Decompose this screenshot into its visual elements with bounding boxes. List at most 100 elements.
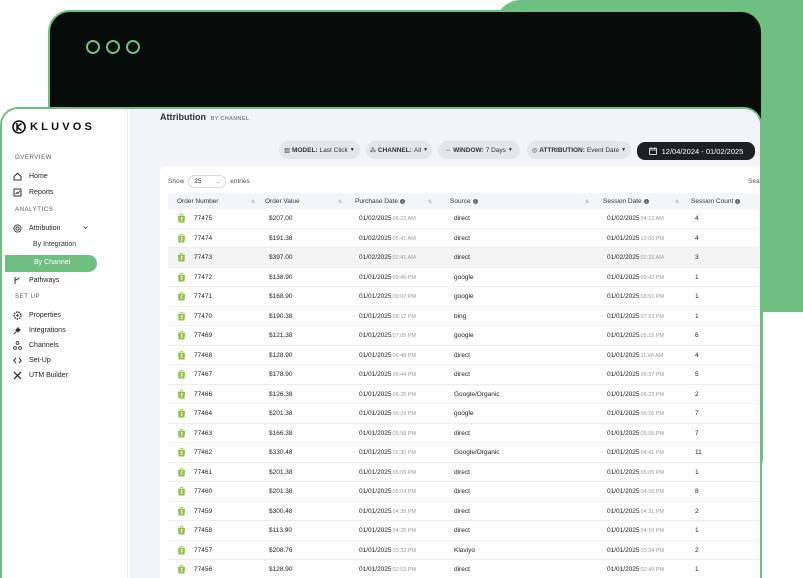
cell-order-number: 77466 xyxy=(194,391,212,398)
cell-source: direct xyxy=(454,430,470,437)
cell-purchase-date-text: 01/01/2025 xyxy=(359,273,392,281)
channels-icon xyxy=(13,340,22,350)
sort-icon[interactable]: ⇅ xyxy=(251,199,255,205)
cell-purchase-date-time: 04:39 PM xyxy=(392,508,417,515)
table-row[interactable]: 77474 $191.38 01/02/202505:41 AM direct 01/0… xyxy=(168,229,760,248)
cell-purchase-date-time: 09:07 PM xyxy=(392,294,417,300)
sidebar-item-label: Reports xyxy=(29,188,54,196)
info-icon[interactable]: i xyxy=(400,198,405,204)
cell-purchase-date: 01/02/202502:41 AM xyxy=(359,254,416,261)
date-range-button[interactable]: 12/04/2024 - 01/02/2025 xyxy=(637,142,755,160)
cell-order-value: $121.38 xyxy=(269,332,293,339)
caret-down-icon: ▼ xyxy=(349,147,355,153)
cell-session-date-text: 01/01/2025 xyxy=(607,429,640,437)
table-row[interactable]: 77469 $121.38 01/01/202507:05 PM google 01/0… xyxy=(168,326,760,346)
sidebar-item-integrations[interactable]: Integrations xyxy=(13,322,66,338)
sidebar-item-channels[interactable]: Channels xyxy=(13,337,59,353)
cell-purchase-date: 01/01/202503:32 PM xyxy=(359,547,416,554)
sidebar-item-by-integration[interactable]: By Integration xyxy=(33,241,76,248)
window-filter-button[interactable]: ↔ WINDOW: 7 Days ▼ xyxy=(438,141,520,159)
cell-order-number: 77457 xyxy=(194,547,212,554)
cell-session-date-time: 11:48 AM xyxy=(640,352,664,359)
col-session-count[interactable]: Session Count i xyxy=(691,198,741,205)
cell-order-value-text: $178.90 xyxy=(269,371,293,378)
sidebar-item-properties[interactable]: Properties xyxy=(13,307,61,323)
cell-source: google xyxy=(454,332,474,339)
cell-session-count: 2 xyxy=(695,508,699,515)
col-session-date[interactable]: Session Date i xyxy=(603,198,649,205)
attribution-filter-button[interactable]: ◎ ATTRIBUTION: Event Date ▼ xyxy=(527,141,631,159)
sidebar-item-label: Set-Up xyxy=(29,356,51,364)
cell-purchase-date: 01/01/202506:44 PM xyxy=(359,371,416,378)
table-row[interactable]: 77463 $166.38 01/01/202505:58 PM direct 01/0… xyxy=(168,424,760,443)
model-filter-button[interactable]: ▥ MODEL: Last Click ▼ xyxy=(279,141,360,159)
info-icon[interactable]: i xyxy=(643,198,649,204)
table-row[interactable]: 77458 $113.90 01/01/202504:35 PM direct 01/0… xyxy=(168,521,760,541)
cell-session-date-time: 07:53 PM xyxy=(640,313,665,320)
entries-select[interactable]: 25 ⌄ xyxy=(188,175,227,188)
cell-session-count-text: 1 xyxy=(695,273,699,281)
sidebar-item-attribution[interactable]: Attribution xyxy=(13,220,61,236)
table-row[interactable]: 77462 $330.48 01/01/202505:30 PM Google/Org… xyxy=(168,443,760,463)
cell-source-text: google xyxy=(454,332,474,339)
sidebar-item-reports[interactable]: Reports xyxy=(13,184,54,200)
table-row[interactable]: 77466 $126.38 01/01/202506:35 PM Google/Org… xyxy=(168,385,760,404)
shopify-bag-icon xyxy=(178,447,185,457)
info-icon[interactable]: i xyxy=(472,198,478,204)
cell-order-value-text: $207.00 xyxy=(269,215,293,222)
cell-session-date-time: 05:55 PM xyxy=(640,430,665,437)
sidebar-item-home[interactable]: Home xyxy=(13,168,48,184)
table-row[interactable]: 77470 $190.38 01/01/202508:12 PM bing 01/01/… xyxy=(168,307,760,326)
sidebar-item-by-channel[interactable]: By Channel xyxy=(5,255,97,272)
cell-session-count-text: 1 xyxy=(695,527,699,534)
sidebar-item-utm-builder[interactable]: UTM Builder xyxy=(13,367,68,383)
chevron-down-icon[interactable] xyxy=(83,225,88,230)
cell-purchase-date-time: 05:09 PM xyxy=(392,469,417,476)
table-row[interactable]: 77460 $201.38 01/01/202505:04 PM direct 01/0… xyxy=(168,482,760,502)
sort-icon[interactable]: ⇅ xyxy=(428,199,432,205)
table-row[interactable]: 77468 $128.90 01/01/202506:49 PM direct 01/0… xyxy=(168,346,760,365)
col-source[interactable]: Source i xyxy=(450,198,478,205)
table-row[interactable]: 77464 $201.38 01/01/202506:29 PM google 01/0… xyxy=(168,404,760,424)
table-row[interactable]: 77456 $128.90 01/01/202502:53 PM direct 01/0… xyxy=(168,560,760,578)
window-filter-label: WINDOW: xyxy=(453,146,484,154)
logo[interactable]: KLUVOS xyxy=(12,120,95,134)
cell-purchase-date-time: 08:12 PM xyxy=(392,313,417,320)
cell-purchase-date: 01/01/202505:09 PM xyxy=(359,469,416,476)
sort-icon[interactable]: ⇅ xyxy=(675,199,679,205)
cell-session-date: 01/02/202502:33 AM xyxy=(607,254,664,261)
cell-purchase-date-time: 03:32 PM xyxy=(392,547,417,554)
table-row[interactable]: 77457 $208.76 01/01/202503:32 PM Klaviyo 01/… xyxy=(168,541,760,560)
table-row[interactable]: 77471 $168.90 01/01/202509:07 PM google 01/0… xyxy=(168,287,760,307)
cell-source-text: direct xyxy=(454,468,470,476)
sort-icon[interactable]: ⇅ xyxy=(585,199,589,205)
cell-order-number-text: 77474 xyxy=(194,234,213,242)
col-order-number[interactable]: Order Number xyxy=(177,198,219,205)
table-row[interactable]: 77467 $178.90 01/01/202506:44 PM direct 01/0… xyxy=(168,365,760,385)
sidebar-item-setup[interactable]: Set-Up xyxy=(13,352,51,368)
attribution-filter-value: Event Date xyxy=(586,146,620,154)
arrows-icon: ↔ xyxy=(445,147,452,153)
cell-purchase-date: 01/01/202509:07 PM xyxy=(359,293,416,300)
channel-filter-button[interactable]: ⁂ CHANNEL: All ▼ xyxy=(366,141,432,159)
cell-order-value-text: $168.90 xyxy=(269,293,293,300)
info-icon[interactable]: i xyxy=(735,198,741,204)
app-window: KLUVOS OVERVIEW Home Reports ANALYTICS A… xyxy=(0,107,762,578)
table-row[interactable]: 77475 $207.00 01/02/202506:22 AM direct 01/0… xyxy=(168,209,760,229)
cell-session-date-time: 06:37 PM xyxy=(640,372,665,378)
cell-session-count: 4 xyxy=(695,352,699,359)
cell-session-count: 11 xyxy=(695,449,702,456)
cell-session-count-text: 1 xyxy=(695,312,699,320)
col-order-value[interactable]: Order Value xyxy=(265,198,300,205)
cell-order-value-text: $201.38 xyxy=(269,488,293,495)
col-purchase-date[interactable]: Purchase Date i xyxy=(355,198,405,205)
cell-session-date: 01/02/202504:12 AM xyxy=(607,215,664,222)
table-row[interactable]: 77473 $397.00 01/02/202502:41 AM direct 01/0… xyxy=(168,248,760,268)
table-row[interactable]: 77459 $300.48 01/01/202504:39 PM direct 01/0… xyxy=(168,502,760,521)
table-row[interactable]: 77472 $138.90 01/01/202509:46 PM google 01/0… xyxy=(168,268,760,287)
cell-session-date-text: 01/01/2025 xyxy=(607,371,640,378)
table-row[interactable]: 77461 $201.38 01/01/202505:09 PM direct 01/0… xyxy=(168,463,760,482)
sort-icon[interactable]: ⇅ xyxy=(338,199,342,205)
cell-source-text: direct xyxy=(454,351,470,359)
sidebar-item-pathways[interactable]: Pathways xyxy=(13,272,59,288)
